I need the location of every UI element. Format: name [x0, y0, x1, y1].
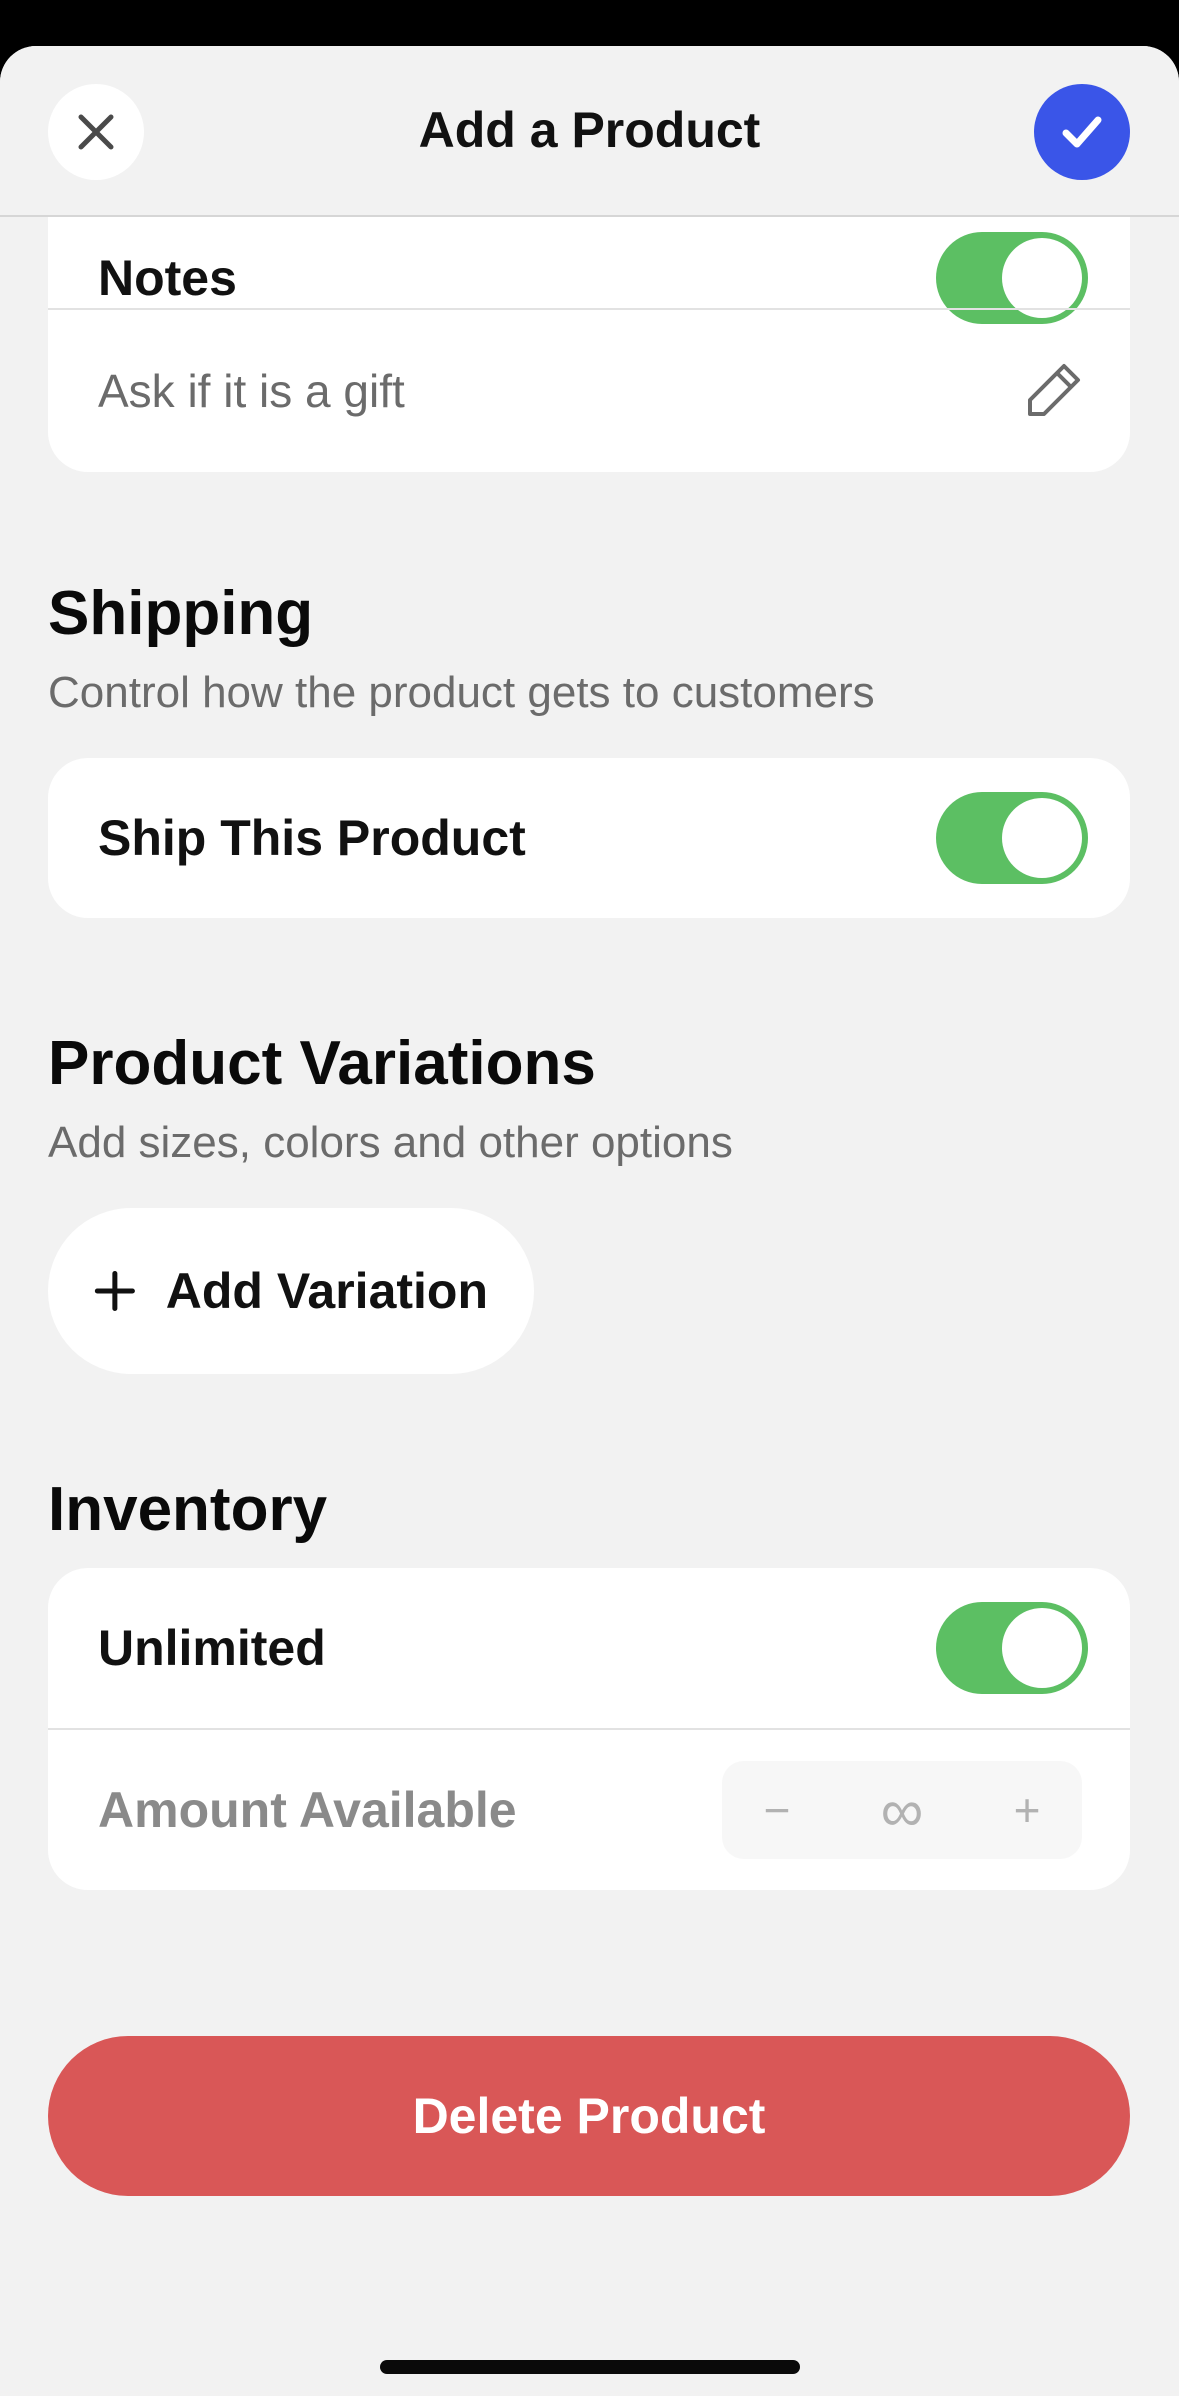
delete-product-button[interactable]: Delete Product [48, 2036, 1130, 2196]
inventory-title: Inventory [48, 1475, 328, 1544]
nav-header: Add a Product [0, 46, 1179, 217]
status-bar [0, 0, 1179, 46]
toggle-knob [1002, 798, 1082, 878]
shipping-card: Ship This Product [48, 758, 1130, 918]
amount-available-label: Amount Available [98, 1782, 517, 1838]
add-variation-button[interactable]: Add Variation [48, 1208, 534, 1374]
ship-product-toggle[interactable] [936, 792, 1088, 884]
quantity-stepper: − ∞ + [722, 1761, 1082, 1859]
plus-icon [94, 1270, 135, 1312]
notes-label: Notes [98, 250, 237, 306]
unlimited-label: Unlimited [98, 1620, 326, 1676]
variations-subtitle: Add sizes, colors and other options [48, 1118, 733, 1167]
toggle-knob [1002, 1608, 1082, 1688]
ship-product-label: Ship This Product [98, 810, 526, 866]
amount-value: ∞ [880, 1776, 924, 1844]
variations-title: Product Variations [48, 1029, 596, 1098]
pencil-icon[interactable] [1024, 360, 1084, 420]
unlimited-row: Unlimited [48, 1568, 1130, 1728]
add-variation-label: Add Variation [165, 1263, 488, 1319]
shipping-title: Shipping [48, 579, 314, 648]
notes-prompt-row[interactable]: Ask if it is a gift [48, 310, 1130, 472]
unlimited-toggle[interactable] [936, 1602, 1088, 1694]
increment-button[interactable]: + [972, 1761, 1082, 1859]
amount-row: Amount Available − ∞ + [48, 1730, 1130, 1890]
home-indicator [380, 2360, 800, 2374]
delete-product-label: Delete Product [412, 2088, 766, 2144]
decrement-button[interactable]: − [722, 1761, 832, 1859]
confirm-button[interactable] [1034, 84, 1130, 180]
ship-product-row: Ship This Product [48, 758, 1130, 918]
shipping-subtitle: Control how the product gets to customer… [48, 668, 875, 717]
page-title: Add a Product [418, 102, 761, 158]
inventory-card: Unlimited Amount Available − ∞ + [48, 1568, 1130, 1890]
checkmark-icon [1062, 116, 1102, 148]
notes-prompt-text: Ask if it is a gift [98, 365, 405, 417]
toggle-knob [1002, 238, 1082, 318]
modal-sheet: Add a Product Notes Ask if it is a gift … [0, 46, 1179, 2396]
